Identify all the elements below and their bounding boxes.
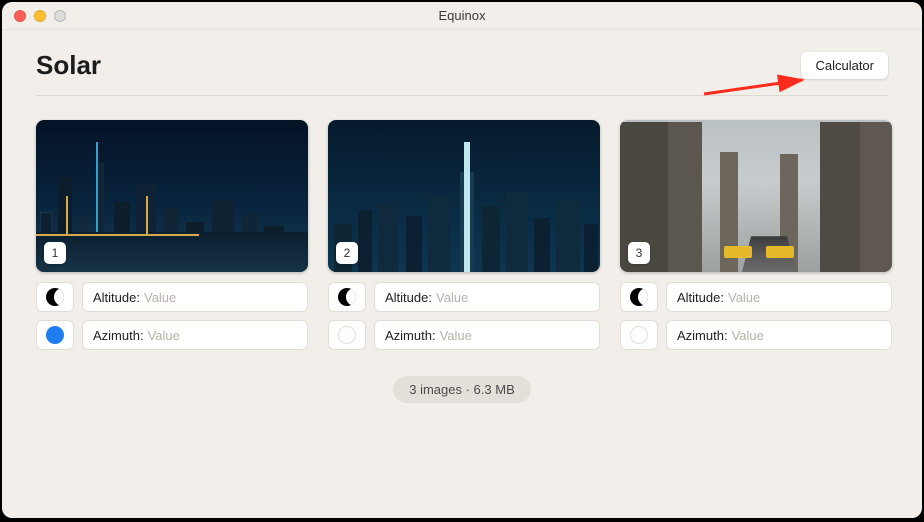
index-badge: 3 <box>628 242 650 264</box>
primary-indicator-icon <box>338 326 356 344</box>
calculator-button[interactable]: Calculator <box>801 52 888 79</box>
image-card: 3 Altitude: Value <box>620 120 892 350</box>
primary-toggle[interactable] <box>620 320 658 350</box>
altitude-value: Value <box>144 290 176 305</box>
azimuth-input[interactable]: Azimuth: Value <box>82 320 308 350</box>
azimuth-input[interactable]: Azimuth: Value <box>374 320 600 350</box>
page-title: Solar <box>36 50 101 81</box>
azimuth-value: Value <box>440 328 472 343</box>
status-badge: 3 images · 6.3 MB <box>393 376 531 403</box>
altitude-label: Altitude: <box>385 290 432 305</box>
image-card: 2 Altitude: Value <box>328 120 600 350</box>
azimuth-value: Value <box>732 328 764 343</box>
appearance-toggle[interactable] <box>36 282 74 312</box>
azimuth-label: Azimuth: <box>385 328 436 343</box>
image-thumbnail[interactable]: 3 <box>620 120 892 272</box>
primary-toggle[interactable] <box>328 320 366 350</box>
cards-row: 1 Altitude: Value <box>36 120 888 350</box>
azimuth-label: Azimuth: <box>93 328 144 343</box>
traffic-lights <box>14 10 66 22</box>
header-row: Solar Calculator <box>36 50 888 96</box>
index-badge: 2 <box>336 242 358 264</box>
image-card: 1 Altitude: Value <box>36 120 308 350</box>
azimuth-value: Value <box>148 328 180 343</box>
index-badge: 1 <box>44 242 66 264</box>
app-window: Equinox Solar Calculator <box>2 2 922 518</box>
altitude-label: Altitude: <box>93 290 140 305</box>
altitude-label: Altitude: <box>677 290 724 305</box>
window-title: Equinox <box>2 8 922 23</box>
altitude-input[interactable]: Altitude: Value <box>666 282 892 312</box>
moon-icon <box>630 288 648 306</box>
close-icon[interactable] <box>14 10 26 22</box>
minimize-icon[interactable] <box>34 10 46 22</box>
titlebar: Equinox <box>2 2 922 30</box>
appearance-toggle[interactable] <box>328 282 366 312</box>
altitude-input[interactable]: Altitude: Value <box>374 282 600 312</box>
image-thumbnail[interactable]: 1 <box>36 120 308 272</box>
moon-icon <box>46 288 64 306</box>
image-thumbnail[interactable]: 2 <box>328 120 600 272</box>
altitude-input[interactable]: Altitude: Value <box>82 282 308 312</box>
appearance-toggle[interactable] <box>620 282 658 312</box>
primary-indicator-icon <box>46 326 64 344</box>
maximize-icon[interactable] <box>54 10 66 22</box>
primary-indicator-icon <box>630 326 648 344</box>
altitude-value: Value <box>436 290 468 305</box>
primary-toggle[interactable] <box>36 320 74 350</box>
altitude-value: Value <box>728 290 760 305</box>
content-area: Solar Calculator <box>2 30 922 403</box>
moon-icon <box>338 288 356 306</box>
azimuth-input[interactable]: Azimuth: Value <box>666 320 892 350</box>
azimuth-label: Azimuth: <box>677 328 728 343</box>
